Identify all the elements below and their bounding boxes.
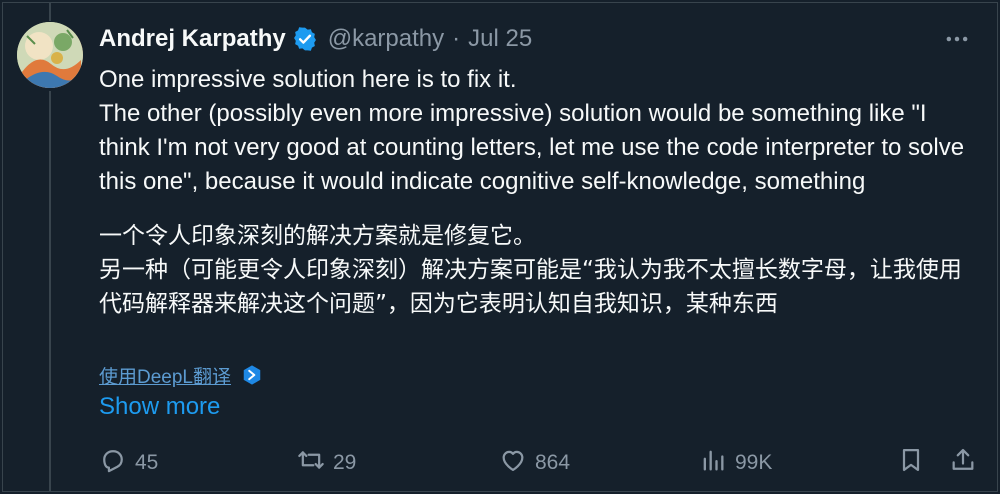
tweet-body: One impressive solution here is to fix i…: [99, 63, 969, 321]
author-name[interactable]: Andrej Karpathy: [99, 25, 286, 53]
like-button[interactable]: 864: [499, 445, 570, 481]
reply-count: 45: [135, 451, 159, 474]
thread-line-bottom: [49, 91, 51, 491]
view-count: 99K: [735, 451, 773, 474]
tweet-header: Andrej Karpathy @karpathy · Jul 25: [99, 23, 977, 55]
tweet-text-chinese: 一个令人印象深刻的解决方案就是修复它。 另一种（可能更令人印象深刻）解决方案可能…: [99, 223, 962, 317]
like-count: 864: [535, 451, 571, 474]
retweet-button[interactable]: 29: [297, 445, 356, 481]
show-more-link[interactable]: Show more: [99, 393, 220, 421]
more-horizontal-icon[interactable]: [937, 23, 977, 55]
views-button[interactable]: 99K: [699, 445, 772, 481]
reply-button[interactable]: 45: [99, 445, 158, 481]
header-separator: ·: [452, 25, 461, 52]
verified-badge-icon: [292, 26, 318, 52]
deepl-icon[interactable]: [241, 364, 263, 386]
tweet-date[interactable]: Jul 25: [468, 25, 532, 53]
retweet-count: 29: [333, 451, 357, 474]
share-button[interactable]: [949, 445, 977, 481]
views-bar-chart-icon: [699, 446, 727, 480]
translate-link[interactable]: 使用DeepL翻译: [99, 362, 231, 389]
tweet-actions: 45 29 864 99K: [99, 445, 979, 481]
bookmark-icon: [897, 446, 925, 480]
reply-icon: [99, 446, 127, 480]
avatar[interactable]: [17, 22, 83, 88]
translate-row: 使用DeepL翻译: [99, 361, 263, 389]
tweet-card[interactable]: Andrej Karpathy @karpathy · Jul 25 One i…: [2, 2, 998, 492]
bookmark-button[interactable]: [897, 445, 925, 481]
share-icon: [949, 446, 977, 480]
retweet-icon: [297, 446, 325, 480]
heart-icon: [499, 446, 527, 480]
thread-line-top: [49, 3, 51, 21]
tweet-text-english: One impressive solution here is to fix i…: [99, 66, 965, 195]
author-handle[interactable]: @karpathy: [328, 25, 444, 53]
